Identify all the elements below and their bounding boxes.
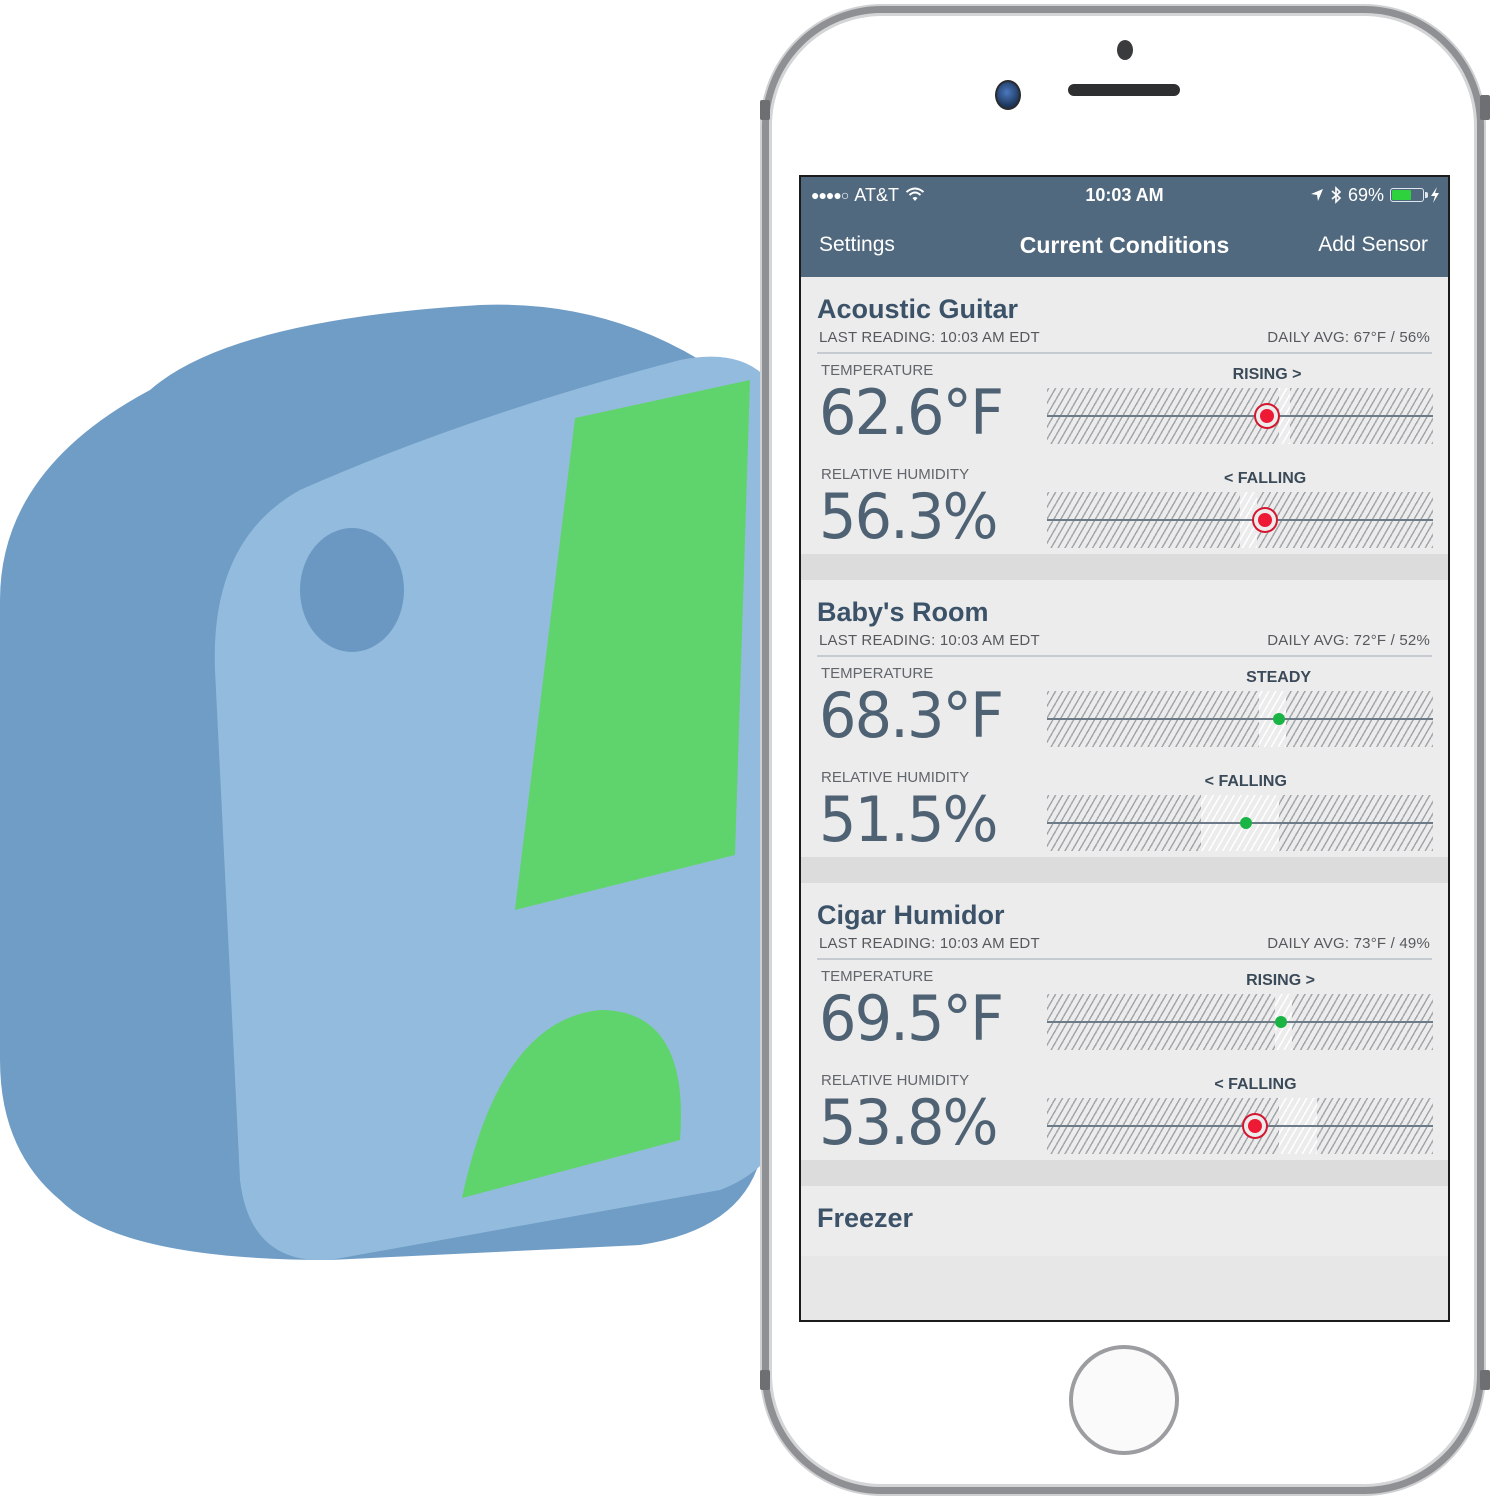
phone-side-button-right <box>1480 95 1490 120</box>
battery-percent: 69% <box>1347 184 1384 205</box>
home-button[interactable] <box>1069 1345 1179 1455</box>
gauge-axis <box>1047 519 1433 521</box>
location-arrow-icon <box>1310 189 1323 201</box>
alert-marker-icon <box>1248 1119 1263 1133</box>
front-camera-icon <box>995 80 1021 110</box>
battery-fill <box>1392 190 1412 200</box>
settings-button[interactable]: Settings <box>819 233 895 257</box>
add-sensor-button[interactable]: Add Sensor <box>1318 233 1428 257</box>
sensor-card[interactable]: Cigar Humidor LAST READING: 10:03 AM EDT… <box>801 883 1448 1186</box>
sensor-list: Acoustic Guitar LAST READING: 10:03 AM E… <box>801 277 1448 1256</box>
temperature-value: 69.5°F <box>819 982 1004 1055</box>
battery-icon <box>1390 188 1428 202</box>
humidity-value: 51.5% <box>819 783 999 856</box>
temperature-reading: TEMPERATURE 62.6°F RISING > <box>817 354 1433 458</box>
gauge-axis <box>1047 415 1433 417</box>
sensor-hole <box>300 528 404 652</box>
phone-side-button-left-1 <box>760 100 770 120</box>
sensor-name: Freezer <box>817 1203 914 1233</box>
humidity-reading: RELATIVE HUMIDITY 53.8% < FALLING <box>817 1064 1433 1168</box>
humidity-gauge <box>1047 795 1433 851</box>
humidity-reading: RELATIVE HUMIDITY 56.3% < FALLING <box>817 458 1433 562</box>
humidity-value: 53.8% <box>819 1086 999 1159</box>
proximity-sensor-icon <box>1117 40 1133 60</box>
phone-side-button-right-2 <box>1480 1370 1490 1390</box>
last-reading: LAST READING: 10:03 AM EDT <box>819 329 1040 346</box>
alert-marker-icon <box>1258 513 1273 527</box>
sensor-meta: LAST READING: 10:03 AM EDT DAILY AVG: 72… <box>817 632 1432 657</box>
temperature-gauge <box>1047 388 1433 444</box>
sensor-card[interactable]: Freezer <box>801 1186 1448 1256</box>
sensor-name: Baby's Room <box>817 597 989 627</box>
daily-average: DAILY AVG: 73°F / 49% <box>1267 935 1430 952</box>
humidity-gauge <box>1047 1098 1433 1154</box>
charging-bolt-icon <box>1431 187 1439 203</box>
sensor-meta: LAST READING: 10:03 AM EDT DAILY AVG: 67… <box>817 329 1432 354</box>
alert-marker-icon <box>1260 409 1275 423</box>
temperature-reading: TEMPERATURE 68.3°F STEADY <box>817 657 1433 761</box>
ok-marker-icon <box>1239 817 1252 829</box>
temperature-reading: TEMPERATURE 69.5°F RISING > <box>817 960 1433 1064</box>
humidity-trend: < FALLING <box>1223 470 1307 487</box>
last-reading: LAST READING: 10:03 AM EDT <box>819 935 1040 952</box>
temperature-trend: RISING > <box>1246 972 1315 989</box>
app-header: ●●●●○ AT&T 10:03 AM 69% Settings Current… <box>801 177 1448 277</box>
earpiece-speaker-icon <box>1068 84 1180 96</box>
sensor-device-illustration <box>0 304 796 1260</box>
temperature-gauge <box>1047 691 1433 747</box>
temperature-value: 68.3°F <box>819 679 1004 752</box>
last-reading: LAST READING: 10:03 AM EDT <box>819 632 1040 649</box>
humidity-trend: < FALLING <box>1214 1076 1297 1093</box>
temperature-trend: RISING > <box>1232 366 1302 383</box>
sensor-device-photo <box>0 300 800 1260</box>
phone-side-button-left-2 <box>760 1370 770 1390</box>
gauge-axis <box>1047 718 1433 720</box>
ok-marker-icon <box>1274 1016 1287 1028</box>
sensor-card[interactable]: Acoustic Guitar LAST READING: 10:03 AM E… <box>801 277 1448 580</box>
humidity-trend: < FALLING <box>1204 773 1287 790</box>
app-screen: ●●●●○ AT&T 10:03 AM 69% Settings Current… <box>799 175 1450 1322</box>
humidity-value: 56.3% <box>819 480 999 553</box>
humidity-reading: RELATIVE HUMIDITY 51.5% < FALLING <box>817 761 1433 865</box>
humidity-gauge <box>1047 492 1433 548</box>
gauge-axis <box>1047 1021 1433 1023</box>
navigation-bar: Settings Current Conditions Add Sensor <box>801 213 1448 277</box>
gauge-axis <box>1047 1125 1433 1127</box>
status-bar: ●●●●○ AT&T 10:03 AM 69% <box>801 177 1448 213</box>
daily-average: DAILY AVG: 67°F / 56% <box>1267 329 1430 346</box>
sensor-name: Cigar Humidor <box>817 900 1005 930</box>
ok-marker-icon <box>1272 713 1285 725</box>
temperature-trend: STEADY <box>1246 669 1312 686</box>
sensor-card[interactable]: Baby's Room LAST READING: 10:03 AM EDT D… <box>801 580 1448 883</box>
temperature-value: 62.6°F <box>819 376 1004 449</box>
temperature-gauge <box>1047 994 1433 1050</box>
bluetooth-icon <box>1331 186 1342 204</box>
daily-average: DAILY AVG: 72°F / 52% <box>1267 632 1430 649</box>
sensor-name: Acoustic Guitar <box>817 294 1019 324</box>
sensor-meta: LAST READING: 10:03 AM EDT DAILY AVG: 73… <box>817 935 1432 960</box>
